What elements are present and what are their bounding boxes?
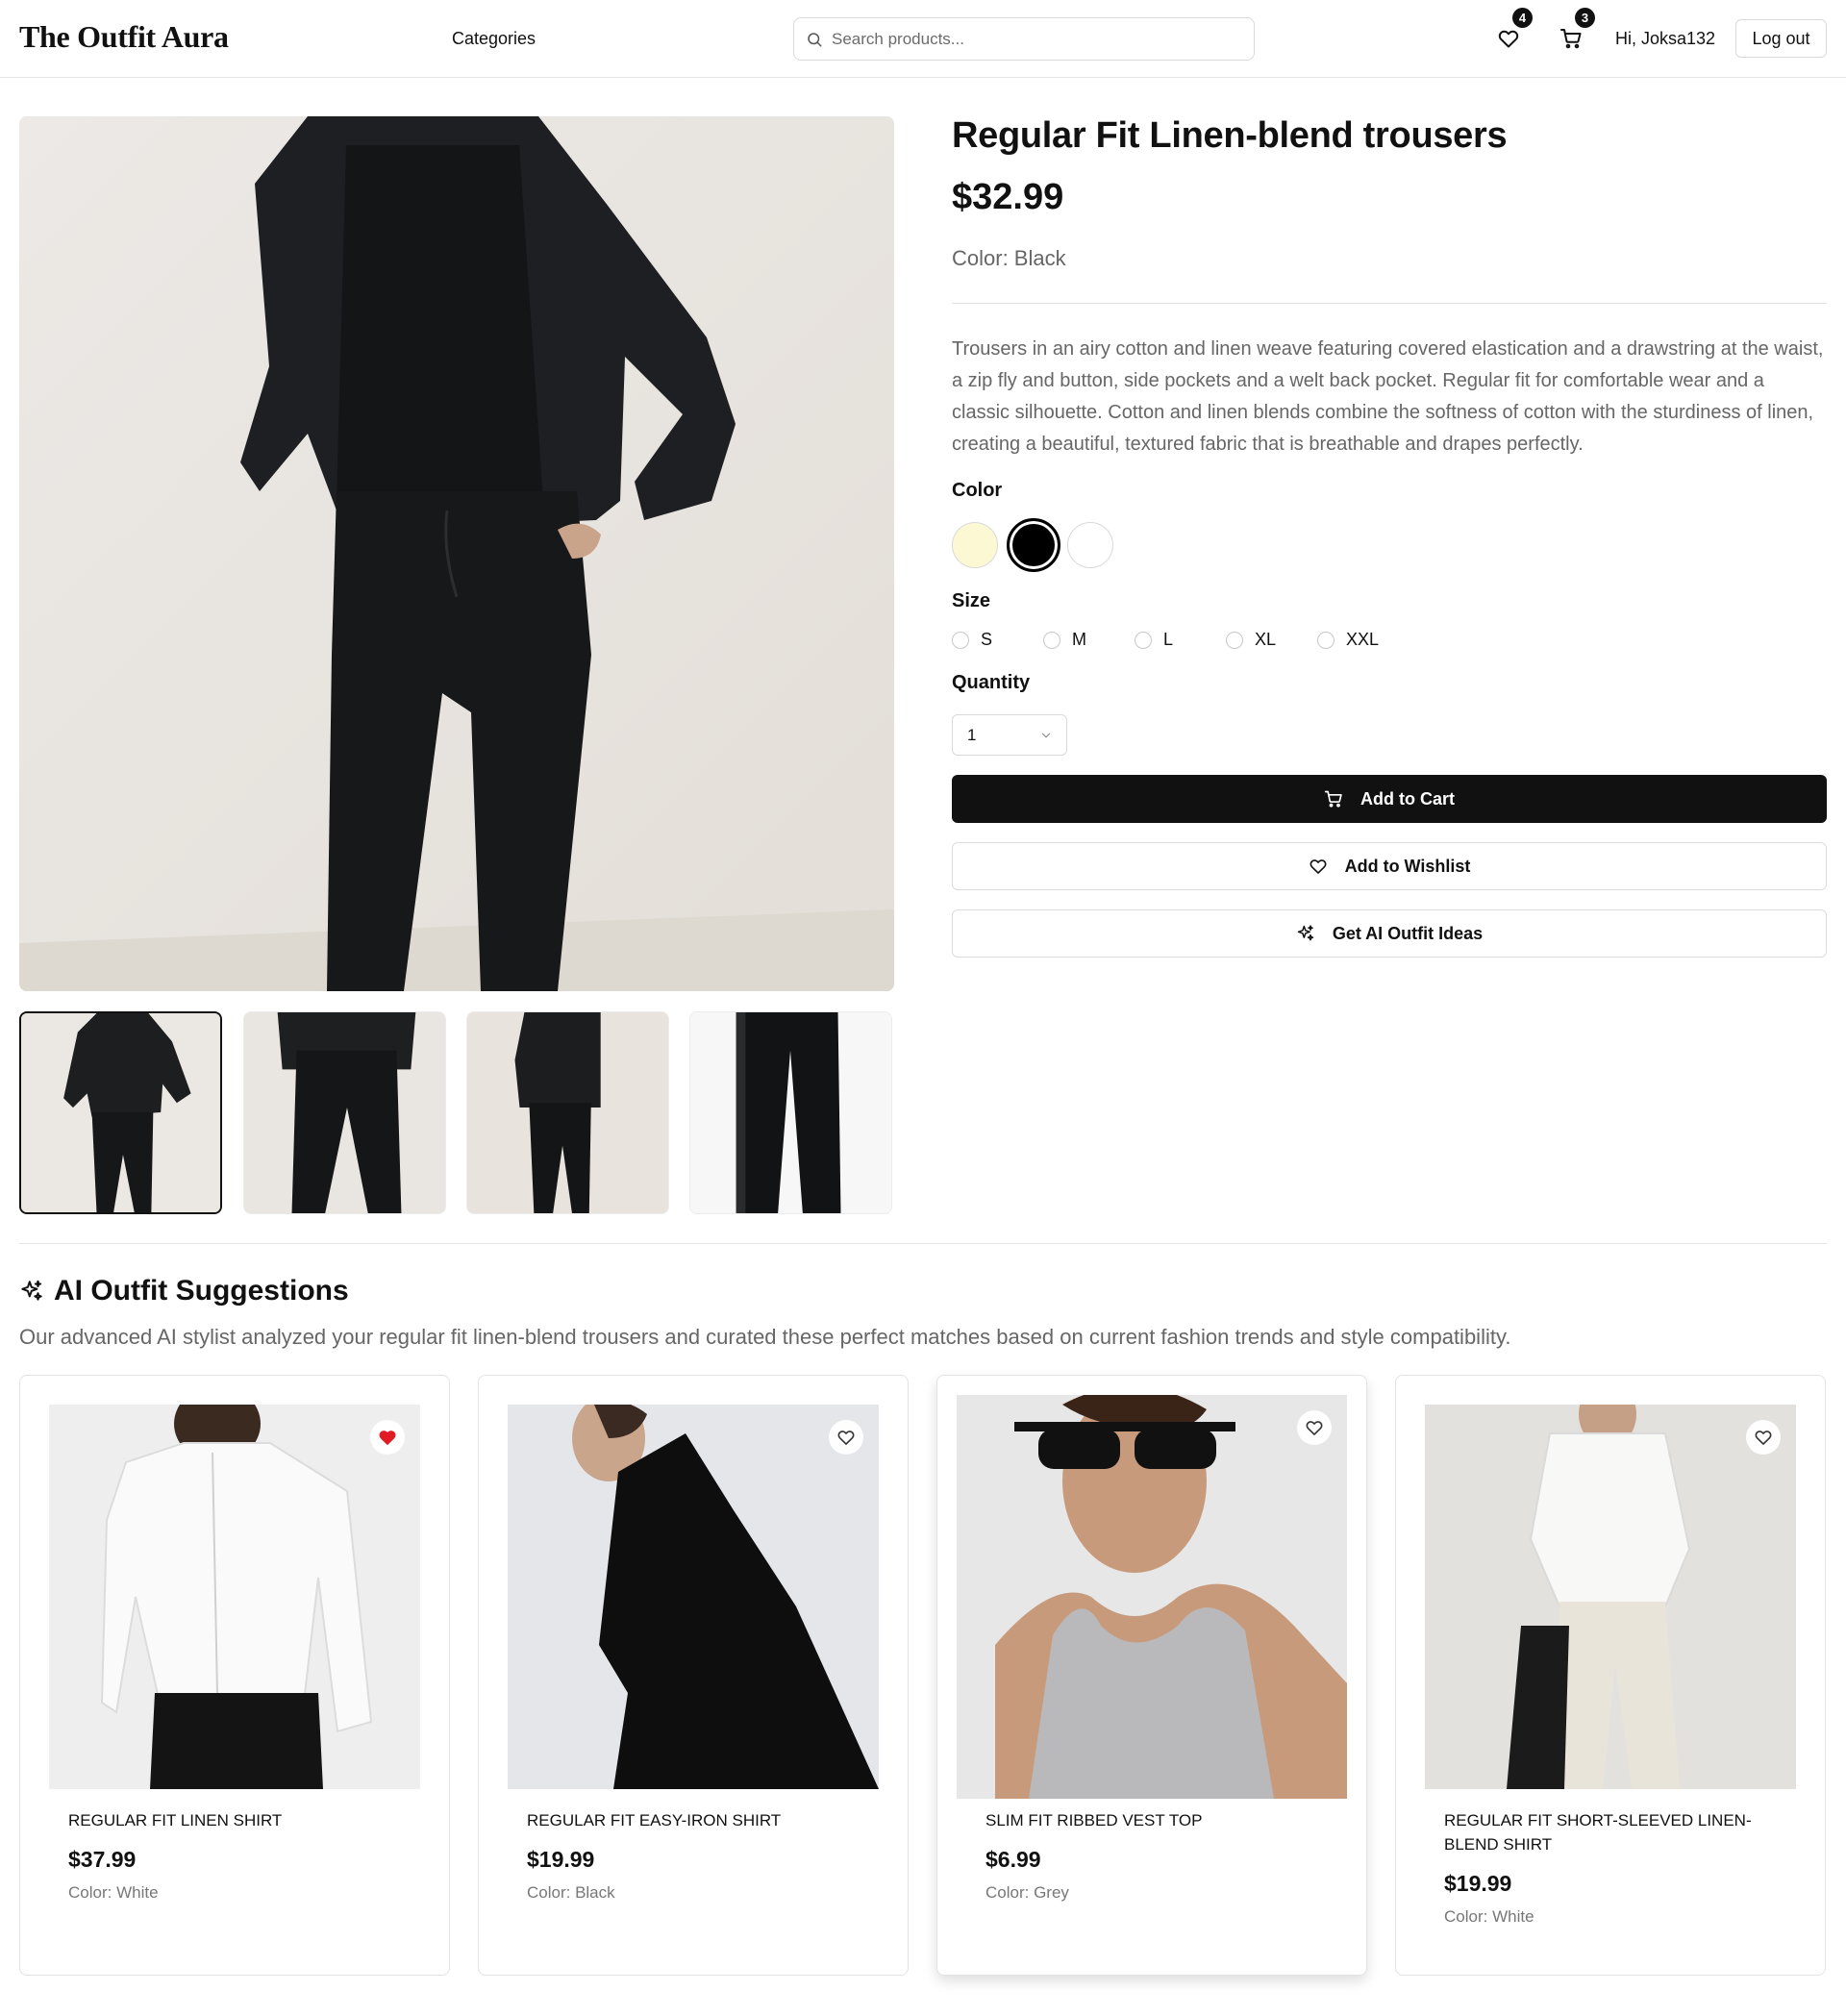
ai-suggestions-title: AI Outfit Suggestions [54,1275,349,1307]
suggestion-image[interactable] [508,1405,879,1789]
site-logo[interactable]: The Outfit Aura [19,19,229,55]
logout-button[interactable]: Log out [1735,19,1827,58]
size-label: Size [952,590,991,611]
cart-icon [1324,790,1342,808]
heart-icon [1755,1431,1772,1445]
size-option-label: L [1163,630,1174,649]
ai-outfit-ideas-button[interactable]: Get AI Outfit Ideas [952,909,1827,958]
add-to-cart-button[interactable]: Add to Cart [952,775,1827,823]
wishlist-toggle[interactable] [1746,1420,1781,1455]
size-option-label: XXL [1346,630,1380,649]
size-radio[interactable] [1226,631,1243,649]
cart-icon [1560,29,1582,49]
suggestion-image[interactable] [1425,1405,1796,1789]
quantity-value: 1 [967,725,977,744]
suggestion-image[interactable] [957,1395,1347,1799]
suggestion-name: Regular Fit Linen shirt [68,1811,283,1829]
heart-icon [1306,1421,1323,1435]
size-option-l[interactable]: L [1135,630,1173,650]
size-radio[interactable] [952,631,969,649]
site-header: The Outfit Aura Categories 4 3 Hi, Joksa… [0,0,1846,78]
suggestion-card[interactable]: Regular Fit Linen shirt $37.99 Color: Wh… [19,1375,450,1976]
suggestion-card[interactable]: Regular Fit Short-sleeved linen-blend sh… [1395,1375,1826,1976]
product-price: $32.99 [952,177,1064,217]
quantity-label: Quantity [952,672,1031,693]
suggestion-color: Color: White [1444,1907,1534,1926]
add-to-wishlist-button[interactable]: Add to Wishlist [952,842,1827,890]
suggestion-price: $19.99 [527,1847,595,1872]
size-option-s[interactable]: S [952,630,992,650]
user-greeting: Hi, Joksa132 [1615,29,1716,48]
product-color-label: Color: Black [952,246,1066,270]
product-thumbnail[interactable] [466,1011,669,1214]
wishlist-toggle[interactable] [1297,1410,1332,1445]
ai-suggestions-subtitle: Our advanced AI stylist analyzed your re… [19,1325,1511,1349]
suggestion-price: $19.99 [1444,1871,1512,1896]
suggestion-color: Color: White [68,1883,159,1902]
quantity-select[interactable]: 1 [952,714,1067,756]
add-to-wishlist-label: Add to Wishlist [1344,856,1471,876]
color-swatch-black[interactable] [1007,518,1060,572]
search-box[interactable] [793,17,1255,61]
heart-icon [1498,30,1519,48]
section-divider [19,1243,1827,1244]
size-option-label: XL [1255,630,1277,649]
size-radio[interactable] [1043,631,1060,649]
size-option-label: S [981,630,993,649]
size-option-xl[interactable]: XL [1226,630,1276,650]
color-label: Color [952,480,1003,501]
product-main-image[interactable] [19,116,894,991]
suggestion-image[interactable] [49,1405,420,1789]
size-radio[interactable] [1317,631,1335,649]
size-option-xxl[interactable]: XXL [1317,630,1379,650]
heart-icon [379,1431,396,1445]
size-option-label: M [1072,630,1086,649]
search-icon [808,32,822,46]
ai-suggestions-heading: AI Outfit Suggestions [19,1275,349,1307]
heart-icon [1310,859,1327,874]
suggestion-card[interactable]: Slim Fit Ribbed vest top $6.99 Color: Gr… [936,1375,1367,1976]
product-title: Regular Fit Linen-blend trousers [952,115,1508,156]
suggestion-color: Color: Grey [985,1883,1069,1902]
suggestion-name: Regular Fit Easy-iron shirt [527,1811,782,1829]
product-thumbnail[interactable] [19,1011,222,1214]
suggestion-name: Slim Fit Ribbed vest top [985,1811,1203,1829]
suggestion-price: $6.99 [985,1847,1041,1872]
ai-outfit-ideas-label: Get AI Outfit Ideas [1332,923,1484,943]
size-option-m[interactable]: M [1043,630,1086,650]
wishlist-count-badge: 4 [1512,8,1533,28]
search-input[interactable] [832,29,1235,49]
add-to-cart-label: Add to Cart [1360,788,1455,809]
sparkles-icon [1297,925,1314,941]
suggestion-price: $37.99 [68,1847,137,1872]
wishlist-button[interactable]: 4 [1497,8,1533,50]
size-radio[interactable] [1135,631,1152,649]
wishlist-toggle[interactable] [829,1420,863,1455]
heart-icon [837,1431,855,1445]
suggestion-card[interactable]: Regular Fit Easy-iron shirt $19.99 Color… [478,1375,909,1976]
color-swatch-cream[interactable] [952,522,998,568]
cart-button[interactable]: 3 [1559,8,1595,50]
nav-categories[interactable]: Categories [452,29,536,49]
product-thumbnail[interactable] [689,1011,892,1214]
wishlist-toggle[interactable] [370,1420,405,1455]
product-description: Trousers in an airy cotton and linen wea… [952,338,1824,455]
color-swatch-white[interactable] [1067,522,1113,568]
suggestion-color: Color: Black [527,1883,615,1902]
suggestion-name: Regular Fit Short-sleeved linen-blend sh… [1444,1811,1752,1854]
cart-count-badge: 3 [1575,8,1595,28]
product-thumbnail[interactable] [243,1011,446,1214]
divider [952,303,1827,304]
sparkles-icon [21,1280,42,1301]
chevron-down-icon [1041,733,1051,738]
